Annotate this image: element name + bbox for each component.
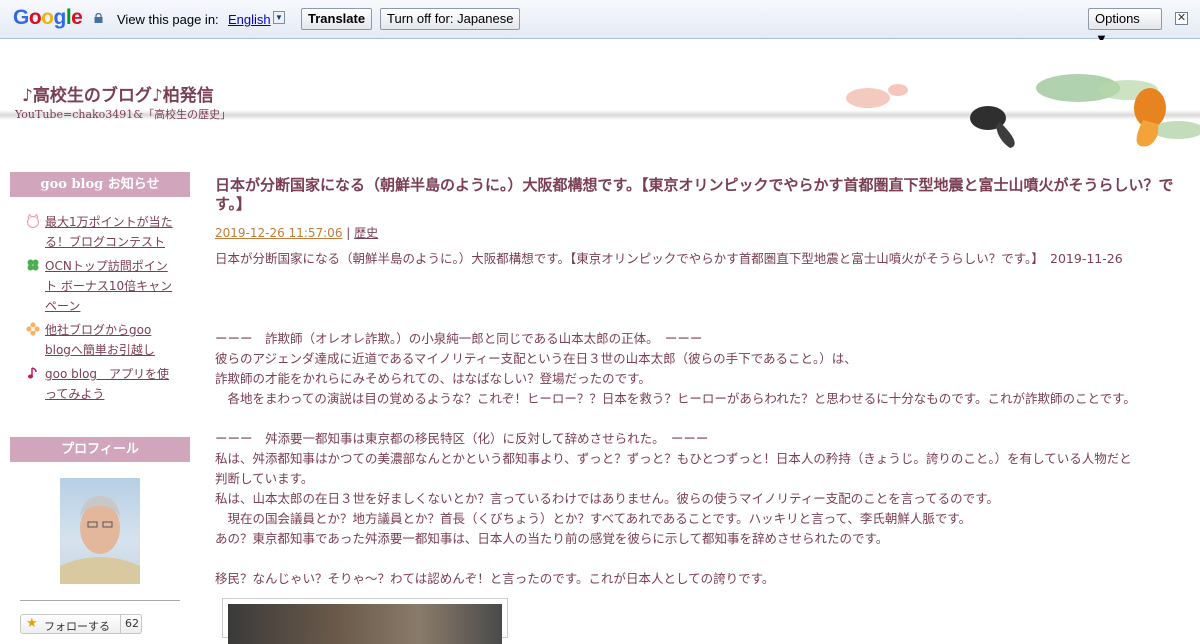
- notice-link[interactable]: OCNトップ訪問ポイント ボーナス10倍キャンペーン: [45, 259, 172, 313]
- logo-letter: o: [41, 6, 54, 29]
- post-line: [215, 549, 1180, 569]
- post-image-photo: [228, 604, 502, 644]
- flower-icon: [26, 322, 40, 336]
- translate-bar: Google View this page in: English ▼ Tran…: [0, 0, 1200, 46]
- notice-link[interactable]: goo blog アプリを使ってみよう: [45, 367, 169, 401]
- list-item[interactable]: OCNトップ訪問ポイント ボーナス10倍キャンペーン: [26, 256, 176, 316]
- follow-label: フォローする: [44, 620, 110, 633]
- options-button[interactable]: Options ▼: [1088, 8, 1162, 46]
- post-line: 彼らのアジェンダ達成に近道であるマイノリティー支配という在日３世の山本太郎（彼ら…: [215, 351, 857, 366]
- profile-photo: [60, 496, 140, 584]
- post-line: 判断しています。: [215, 471, 314, 486]
- post-line: 私は、山本太郎の在日３世を好ましくないとか？言っているわけではありません。彼らの…: [215, 491, 999, 506]
- language-select[interactable]: English: [228, 12, 271, 27]
- category-link[interactable]: 歴史: [354, 226, 378, 240]
- follow-count: 62: [120, 615, 143, 633]
- clover-icon: [27, 259, 39, 271]
- star-icon: ★: [26, 616, 38, 631]
- dropdown-arrow-icon[interactable]: ▼: [273, 11, 285, 24]
- meta-separator: |: [346, 226, 351, 240]
- notice-link[interactable]: 最大1万ポイントが当たる！ブログコンテスト: [45, 215, 173, 249]
- close-icon[interactable]: ✕: [1175, 12, 1188, 25]
- logo-letter: o: [28, 6, 42, 29]
- post-line: [215, 309, 1180, 329]
- list-item[interactable]: goo blog アプリを使ってみよう: [26, 364, 176, 404]
- notice-link[interactable]: 他社ブログからgoo blogへ簡単お引越し: [45, 323, 155, 357]
- google-logo: Google: [13, 6, 83, 30]
- post-title[interactable]: 日本が分断国家になる（朝鮮半島のように。）大阪都構想です。【東京オリンピックでや…: [215, 176, 1180, 214]
- logo-letter: e: [71, 6, 83, 29]
- music-note-icon: [28, 367, 37, 379]
- post-line: 日本が分断国家になる（朝鮮半島のように。）大阪都構想です。【東京オリンピックでや…: [215, 251, 1123, 266]
- follow-button[interactable]: ★ フォローする 62: [20, 614, 142, 634]
- notice-list: 最大1万ポイントが当たる！ブログコンテスト OCNトップ訪問ポイント ボーナス1…: [26, 212, 176, 408]
- logo-letter: G: [13, 6, 29, 29]
- list-item[interactable]: 最大1万ポイントが当たる！ブログコンテスト: [26, 212, 176, 252]
- post-line: 詐欺師の才能をかれらにみそめられての、はなばなしい？登場だったのです。: [215, 371, 651, 386]
- post-line: [215, 409, 1180, 429]
- goldfish-decoration-icon: [846, 74, 1200, 148]
- post-line: 現在の国会議員とか？地方議員とか？首長（くびちょう）とか？すべてあれであることで…: [215, 511, 972, 526]
- blog-subtitle: YouTube=chako3491&「高校生の歴史」: [15, 108, 232, 121]
- divider: [20, 600, 180, 601]
- profile-heading: プロフィール: [10, 437, 190, 462]
- post-line: ーーー 舛添要一都知事は東京都の移民特区（化）に反対して辞めさせられた。 ーーー: [215, 431, 709, 446]
- cat-icon: [27, 214, 39, 228]
- post: 日本が分断国家になる（朝鮮半島のように。）大阪都構想です。【東京オリンピックでや…: [215, 176, 1180, 589]
- post-line: 私は、舛添都知事はかつての美濃部なんとかという都知事より、ずっと？ずっと？もひと…: [215, 451, 1132, 466]
- post-line: [215, 269, 1180, 289]
- blog-title[interactable]: ♪高校生のブログ♪柏発信: [22, 81, 214, 106]
- lock-icon: [94, 13, 103, 23]
- avatar[interactable]: [60, 478, 140, 584]
- post-meta: 2019-12-26 11:57:06 | 歴史: [215, 224, 1180, 241]
- turn-off-button[interactable]: Turn off for: Japanese: [380, 8, 521, 30]
- logo-letter: g: [53, 6, 67, 29]
- notice-heading: goo blog お知らせ: [10, 172, 190, 197]
- post-line: 各地をまわっての演説は目の覚めるような？これぞ！ヒーロー？？日本を救う？ヒーロー…: [215, 391, 1136, 406]
- post-body: 日本が分断国家になる（朝鮮半島のように。）大阪都構想です。【東京オリンピックでや…: [215, 249, 1180, 589]
- post-line: 移民？なんじゃい？そりゃ〜？わては認めんぞ！と言ったのです。これが日本人としての…: [215, 571, 775, 586]
- post-image[interactable]: [222, 598, 508, 644]
- post-date-link[interactable]: 2019-12-26 11:57:06: [215, 226, 342, 240]
- view-page-label: View this page in:: [117, 12, 219, 27]
- blog-header: ♪高校生のブログ♪柏発信 YouTube=chako3491&「高校生の歴史」: [0, 40, 1200, 152]
- translate-button[interactable]: Translate: [301, 8, 373, 30]
- post-line: [215, 289, 1180, 309]
- list-item[interactable]: 他社ブログからgoo blogへ簡単お引越し: [26, 320, 176, 360]
- post-line: ーーー 詐欺師（オレオレ詐欺。）の小泉純一郎と同じである山本太郎の正体。 ーーー: [215, 331, 703, 346]
- post-line: あの？東京都知事であった舛添要一都知事は、日本人の当たり前の感覚を彼らに示して都…: [215, 531, 889, 546]
